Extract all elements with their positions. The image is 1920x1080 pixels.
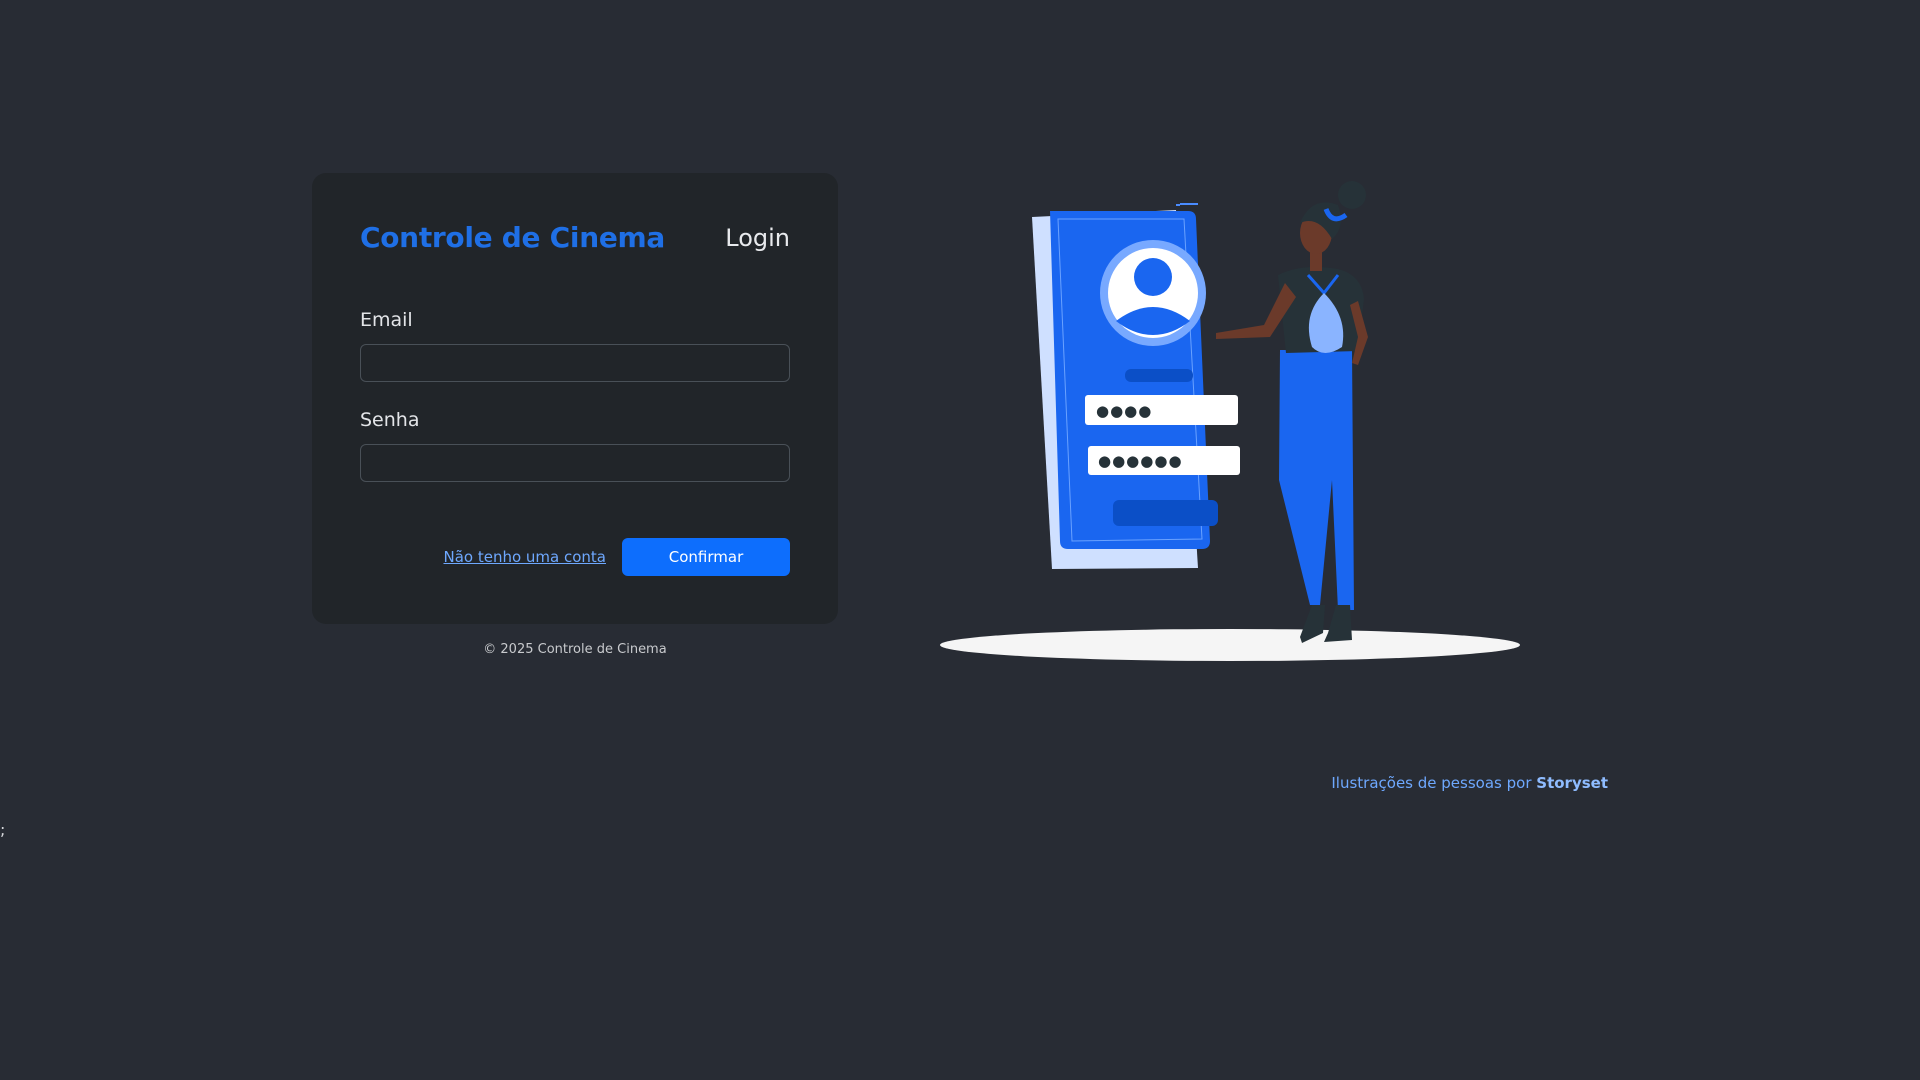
login-card: Controle de Cinema Login Email Senha Não… xyxy=(312,173,838,624)
ground-shadow xyxy=(940,629,1520,661)
signup-link[interactable]: Não tenho uma conta xyxy=(443,548,606,566)
phone-speaker-dot xyxy=(1176,204,1180,206)
screen-field-2-dots: ●●●●●● xyxy=(1098,452,1183,470)
login-page: ; Controle de Cinema Login Email Senha N… xyxy=(0,0,1920,1080)
email-label: Email xyxy=(360,309,413,331)
form-actions: Não tenho uma conta Confirmar xyxy=(360,538,790,576)
phone-speaker xyxy=(1180,203,1198,205)
screen-button xyxy=(1113,500,1218,526)
screen-label-bar xyxy=(1125,369,1193,382)
login-illustration-icon: ●●●● ●●●●●● xyxy=(940,181,1520,661)
stray-text: ; xyxy=(0,820,6,839)
illustration-credit: Ilustrações de pessoas por Storyset xyxy=(1331,774,1608,792)
password-label: Senha xyxy=(360,409,420,431)
card-header: Controle de Cinema Login xyxy=(360,221,790,254)
person-right-foot xyxy=(1324,605,1352,642)
person-hair-bun xyxy=(1338,181,1366,209)
brand-title: Controle de Cinema xyxy=(360,221,666,254)
person-legs xyxy=(1279,350,1354,610)
email-field[interactable] xyxy=(360,344,790,382)
avatar-head xyxy=(1134,258,1172,296)
confirm-button[interactable]: Confirmar xyxy=(622,538,790,576)
page-title: Login xyxy=(725,223,790,252)
copyright-text: © 2025 Controle de Cinema xyxy=(483,642,667,657)
screen-field-1-dots: ●●●● xyxy=(1096,402,1152,420)
credit-source-link[interactable]: Storyset xyxy=(1536,774,1608,792)
password-field[interactable] xyxy=(360,444,790,482)
credit-prefix: Ilustrações de pessoas por xyxy=(1331,774,1532,792)
